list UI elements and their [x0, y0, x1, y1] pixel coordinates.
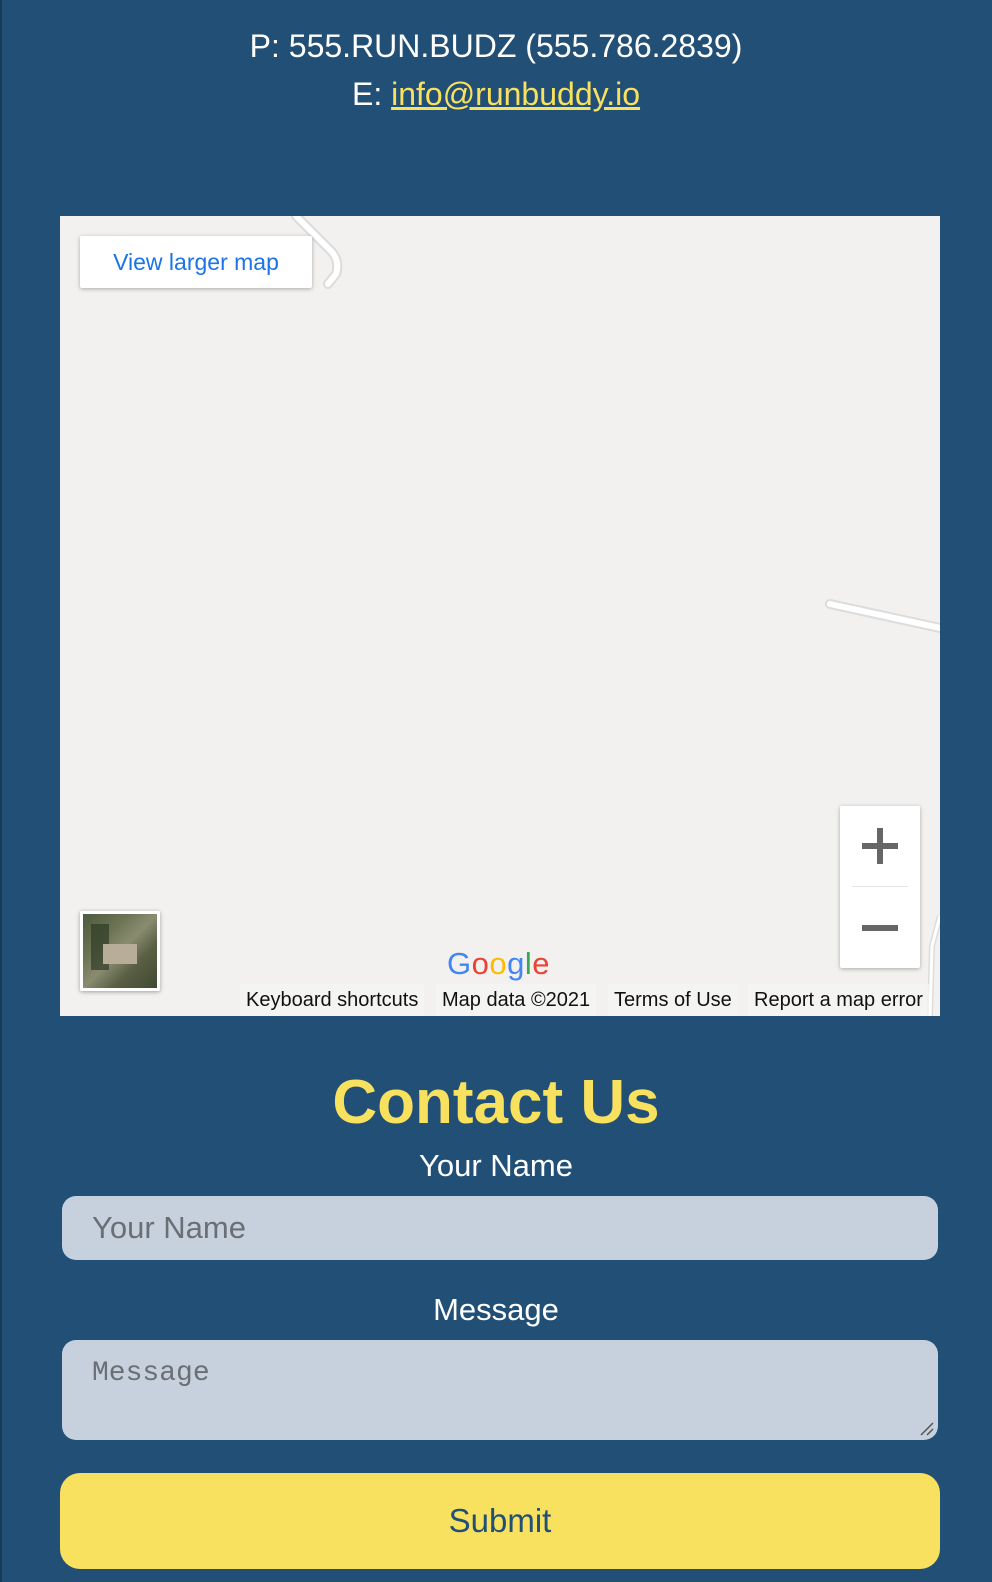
satellite-thumb-detail [103, 944, 137, 964]
map-roads [291, 216, 940, 1016]
name-input[interactable] [62, 1196, 938, 1260]
google-logo: Google [447, 946, 550, 982]
google-logo-letter: G [447, 946, 472, 981]
google-logo-letter: o [489, 946, 508, 981]
phone-line: P: 555.RUN.BUDZ (555.786.2839) [249, 28, 743, 64]
map-data-attribution: Map data ©2021 [436, 984, 597, 1016]
email-link[interactable]: info@runbuddy.io [391, 76, 640, 112]
contact-info: P: 555.RUN.BUDZ (555.786.2839) E: info@r… [0, 22, 992, 118]
google-logo-letter: g [507, 946, 525, 981]
minus-icon [862, 925, 898, 931]
name-label: Your Name [419, 1148, 573, 1183]
email-line: E: info@runbuddy.io [0, 70, 992, 118]
embedded-map[interactable]: View larger map Google Keyboard shortcut… [60, 216, 940, 1016]
keyboard-shortcuts-link[interactable]: Keyboard shortcuts [240, 984, 425, 1016]
message-label: Message [433, 1292, 559, 1327]
contact-us-heading: Contact Us [332, 1068, 660, 1137]
view-larger-map-button[interactable]: View larger map [80, 236, 312, 288]
zoom-control [840, 806, 920, 968]
message-textarea[interactable] [62, 1340, 938, 1440]
terms-of-use-link[interactable]: Terms of Use [608, 984, 738, 1016]
zoom-in-button[interactable] [840, 806, 920, 886]
zoom-out-button[interactable] [840, 888, 920, 968]
submit-button[interactable]: Submit [60, 1473, 940, 1569]
satellite-toggle-thumbnail[interactable] [80, 911, 160, 991]
google-logo-letter: e [532, 946, 551, 981]
report-map-error-link[interactable]: Report a map error [748, 984, 929, 1016]
zoom-divider [852, 886, 908, 887]
email-prefix: E: [351, 76, 392, 112]
plus-icon [862, 828, 898, 864]
google-logo-letter: o [471, 946, 490, 981]
resize-grip-icon[interactable] [920, 1422, 934, 1436]
